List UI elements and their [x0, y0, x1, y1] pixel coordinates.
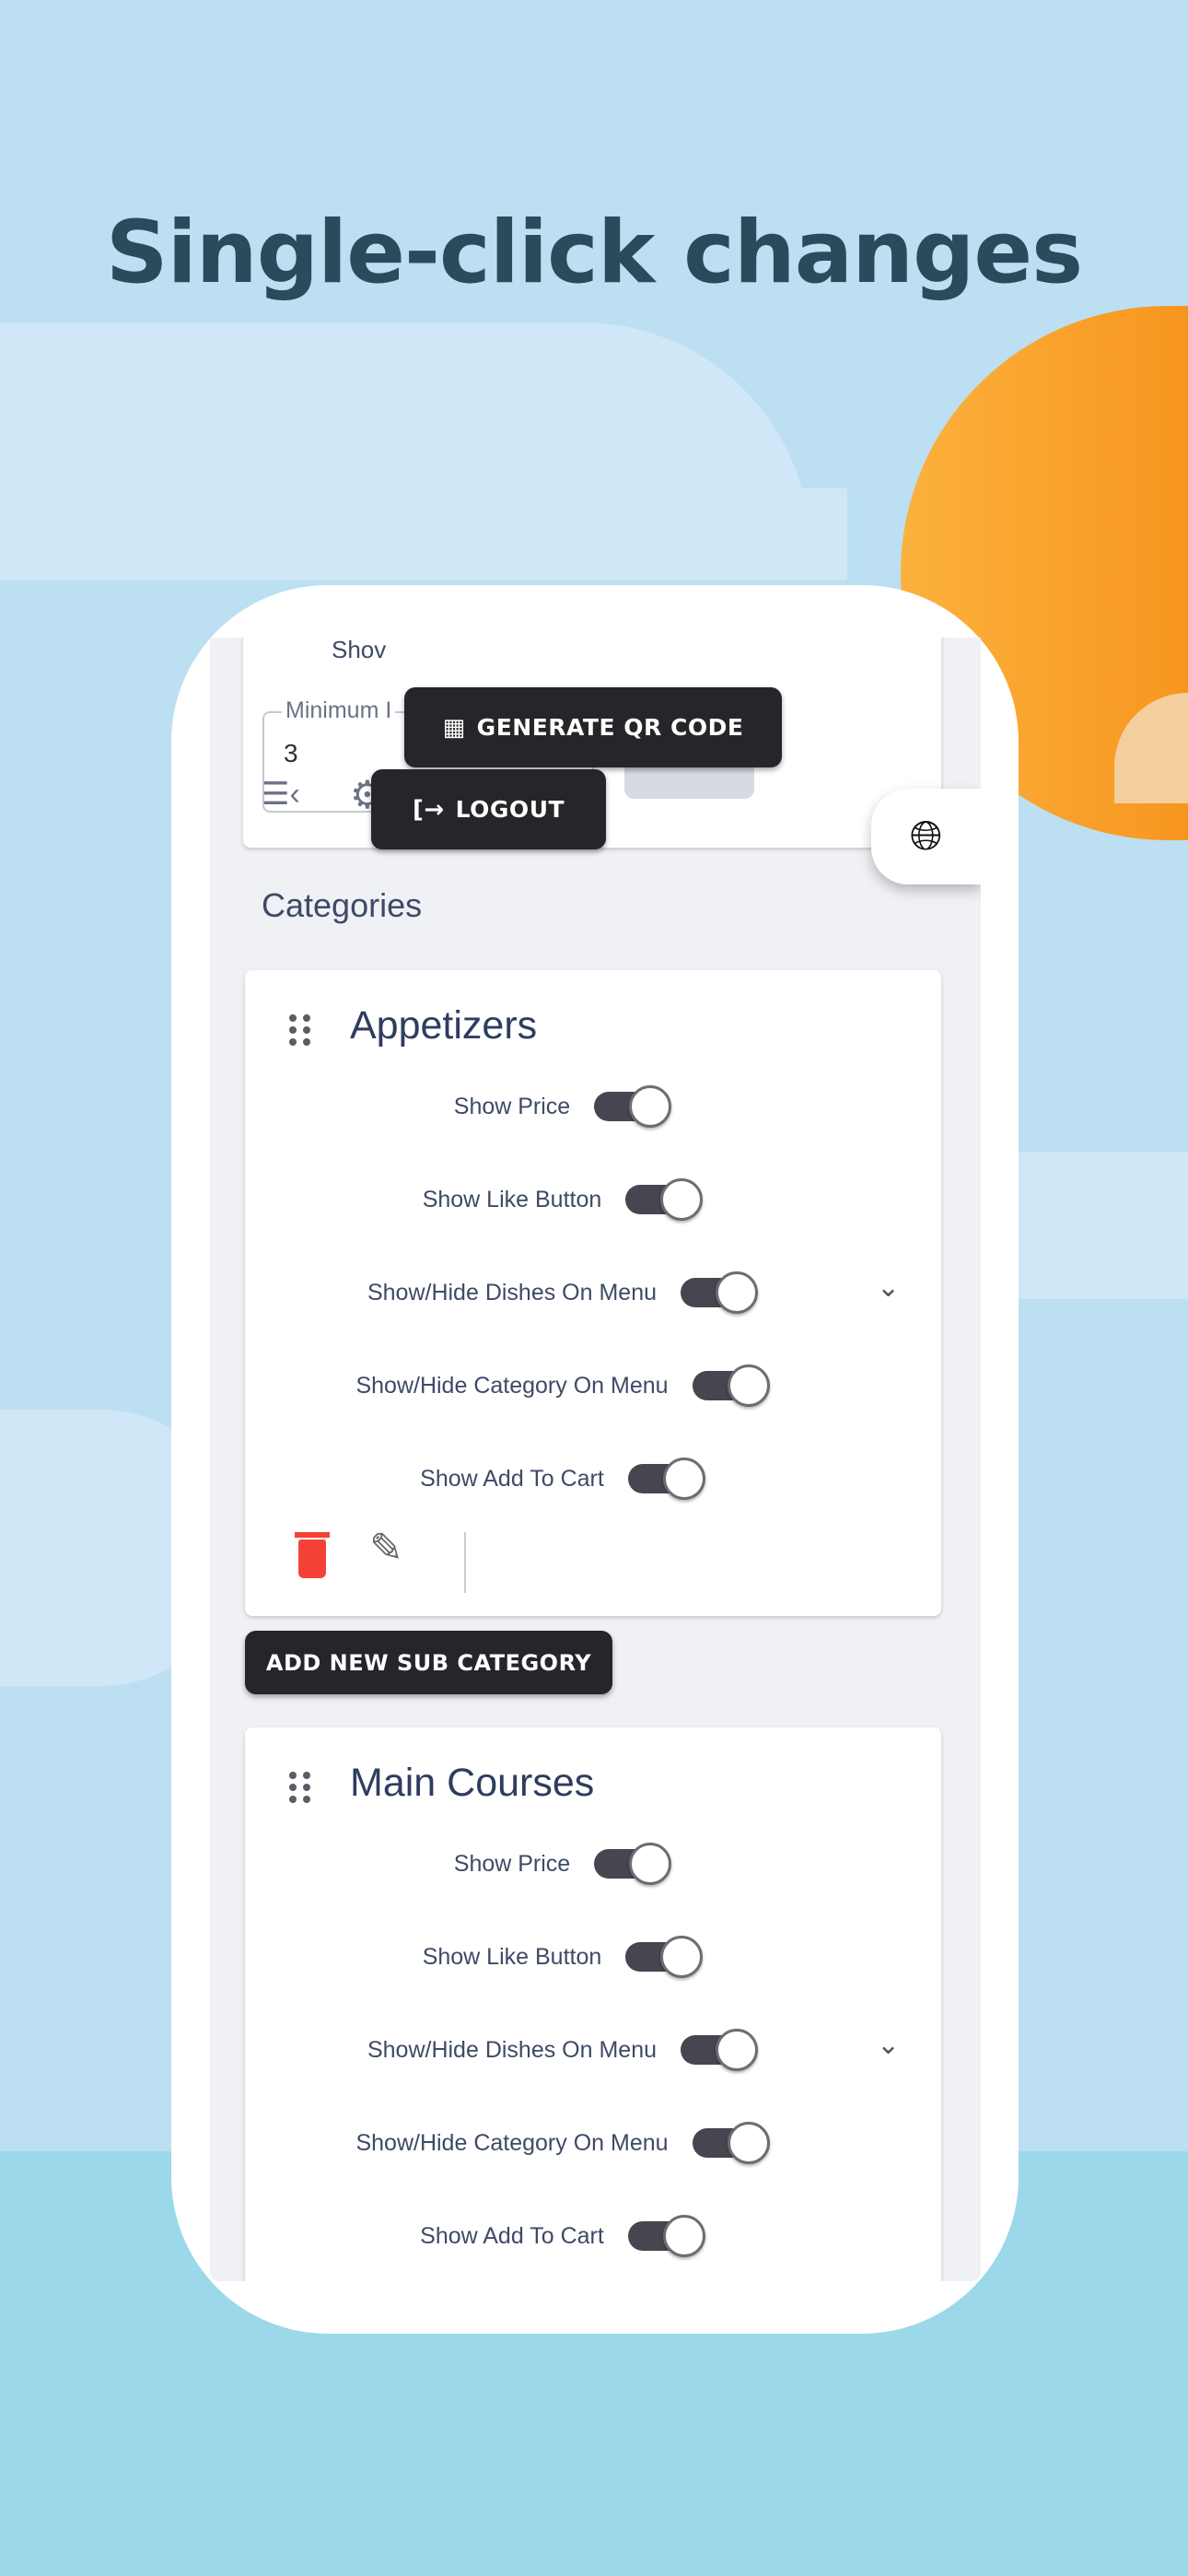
generate-qr-button[interactable]: ▦ GENERATE QR CODE: [404, 687, 782, 767]
toggle-row: Show Add To Cart: [245, 2213, 880, 2259]
toggle-label: Show Add To Cart: [420, 1465, 604, 1492]
toggle-switch[interactable]: [627, 2215, 705, 2257]
toggle-switch[interactable]: [625, 1936, 704, 1978]
delete-icon[interactable]: [298, 1540, 326, 1578]
toggle-label: Show Price: [453, 1093, 571, 1119]
toggle-row: Show Add To Cart: [245, 1456, 880, 1502]
toggle-row: Show/Hide Dishes On Menu: [245, 1270, 880, 1316]
chevron-down-icon[interactable]: ⌄: [877, 1271, 900, 1304]
divider: [464, 1532, 466, 1593]
delete-icon-lid: [295, 1532, 330, 1538]
category-card: Main Courses Show Price Show Like Button…: [245, 1727, 941, 2281]
phone-screen: Shov Minimum I 3 ☰‹ ⚙ ▦ GENERATE QR CODE…: [210, 638, 981, 2281]
toggle-row: Show/Hide Dishes On Menu: [245, 2027, 880, 2073]
logout-button[interactable]: [→ LOGOUT: [371, 769, 606, 849]
minimum-field-label: Minimum I: [282, 697, 396, 724]
toggle-label: Show/Hide Dishes On Menu: [367, 1279, 658, 1306]
toggle-switch[interactable]: [594, 1085, 672, 1128]
logout-icon: [→: [412, 795, 445, 824]
minimum-field-value: 3: [284, 739, 298, 767]
add-sub-category-button[interactable]: ADD NEW SUB CATEGORY: [245, 1631, 612, 1694]
toggle-switch[interactable]: [681, 2029, 759, 2071]
toggle-label: Show Like Button: [422, 1943, 602, 1970]
toggle-switch[interactable]: [692, 1364, 770, 1407]
cloud: [0, 488, 847, 580]
toggle-switch[interactable]: [594, 1843, 672, 1885]
toggle-row: Show Like Button: [245, 1177, 880, 1223]
toggle-label: Show Add To Cart: [420, 2222, 604, 2249]
drag-handle-icon[interactable]: [289, 1014, 311, 1046]
toggle-row: Show/Hide Category On Menu: [245, 1363, 880, 1409]
category-title: Appetizers: [350, 1003, 538, 1048]
toggle-row: Show Price: [245, 1083, 880, 1130]
toggle-row: Show/Hide Category On Menu: [245, 2120, 880, 2166]
toggle-switch[interactable]: [692, 2122, 770, 2164]
menu-collapse-icon[interactable]: ☰‹: [262, 776, 300, 813]
drag-handle-icon[interactable]: [289, 1772, 311, 1803]
toggle-label: Show/Hide Dishes On Menu: [367, 2036, 658, 2063]
headline: Single-click changes: [105, 203, 1083, 303]
qr-code-icon: ▦: [442, 713, 466, 742]
toggle-label: Show/Hide Category On Menu: [355, 2129, 669, 2156]
show-label-partial: Shov: [332, 638, 387, 663]
globe-icon: 🌐︎: [910, 814, 943, 859]
toggle-label: Show Price: [453, 1850, 571, 1877]
chevron-down-icon[interactable]: ⌄: [877, 2029, 900, 2061]
toggle-switch[interactable]: [625, 1178, 704, 1221]
category-title: Main Courses: [350, 1761, 595, 1805]
toggle-label: Show Like Button: [422, 1186, 602, 1212]
toggle-switch[interactable]: [627, 1458, 705, 1500]
toggle-switch[interactable]: [681, 1271, 759, 1314]
edit-pencil-icon[interactable]: ✎: [369, 1525, 403, 1572]
toggle-row: Show Price: [245, 1841, 880, 1887]
section-title: Categories: [262, 886, 423, 924]
language-globe-button[interactable]: 🌐︎: [871, 789, 981, 884]
category-card: Appetizers Show Price Show Like Button S…: [245, 970, 941, 1616]
toggle-label: Show/Hide Category On Menu: [355, 1372, 669, 1399]
toggle-row: Show Like Button: [245, 1934, 880, 1980]
